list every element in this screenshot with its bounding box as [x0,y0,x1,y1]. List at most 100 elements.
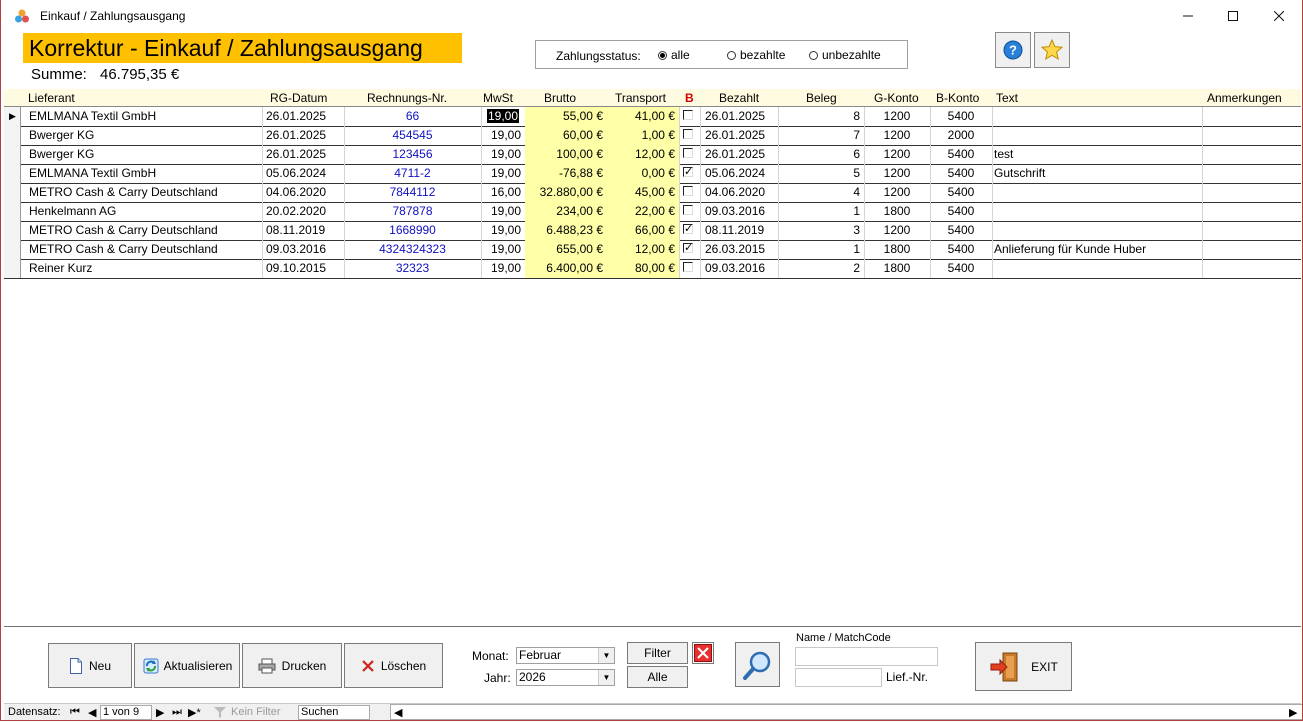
monat-select[interactable]: Februar ▼ [516,647,615,664]
cell-beleg[interactable]: 1 [778,202,864,221]
col-g-konto[interactable]: G-Konto [874,91,919,105]
cell-mwst[interactable]: 19,00 [481,145,525,164]
filter-button[interactable]: Filter [627,642,688,664]
cell-lieferant[interactable]: Bwerger KG [24,126,274,145]
scroll-left-icon[interactable]: ◀ [394,706,402,719]
name-matchcode-field[interactable] [795,647,938,666]
cell-beleg[interactable]: 2 [778,259,864,278]
cell-text[interactable] [992,183,1202,202]
help-button[interactable]: ? [995,32,1031,68]
cell-transport[interactable]: 12,00 € [607,240,679,259]
cell-mwst[interactable]: 19,00 [481,259,525,278]
cell-gkonto[interactable]: 1800 [864,240,930,259]
b-checkbox[interactable]: ✓ [683,167,693,178]
cell-nr[interactable]: 454545 [344,126,481,145]
table-row[interactable]: Reiner Kurz 09.10.2015 32323 19,00 6.400,00 … [4,259,1301,279]
table-row[interactable]: Bwerger KG 26.01.2025 454545 19,00 60,00 €1,… [4,126,1301,146]
radio-alle[interactable]: alle [658,48,690,62]
cell-bezahlt[interactable]: 09.03.2016 [700,259,778,278]
cell-datum[interactable]: 04.06.2020 [262,183,344,202]
cell-brutto[interactable]: -76,88 € [525,164,607,183]
table-row[interactable]: METRO Cash & Carry Deutschland 04.06.2020… [4,183,1301,203]
cell-nr[interactable]: 4711-2 [344,164,481,183]
row-selector[interactable]: ▶ [4,107,21,126]
cell-bkonto[interactable]: 5400 [930,107,992,126]
cell-datum[interactable]: 26.01.2025 [262,145,344,164]
cell-bezahlt[interactable]: 26.03.2015 [700,240,778,259]
cell-nr[interactable]: 4324324323 [344,240,481,259]
cell-beleg[interactable]: 4 [778,183,864,202]
cell-mwst[interactable]: 19,00 [481,240,525,259]
col-bezahlt[interactable]: Bezahlt [719,91,759,105]
chevron-down-icon[interactable]: ▼ [598,648,614,663]
cell-bezahlt[interactable]: 09.03.2016 [700,202,778,221]
cell-mwst[interactable]: 19,00 [481,202,525,221]
aktualisieren-button[interactable]: Aktualisieren [134,643,240,688]
cell-bezahlt[interactable]: 26.01.2025 [700,107,778,126]
first-record-button[interactable]: ⏮ [70,706,80,719]
cell-text[interactable]: Anlieferung für Kunde Huber [992,240,1202,259]
maximize-button[interactable] [1210,0,1256,32]
last-record-button[interactable]: ⏭ [172,706,182,719]
cell-datum[interactable]: 05.06.2024 [262,164,344,183]
cell-anm[interactable] [1202,240,1301,259]
cell-bezahlt[interactable]: 08.11.2019 [700,221,778,240]
prev-record-button[interactable]: ◀ [88,706,96,719]
cell-bkonto[interactable]: 5400 [930,183,992,202]
cell-nr[interactable]: 787878 [344,202,481,221]
cell-lieferant[interactable]: EMLMANA Textil GmbH [24,164,274,183]
row-selector[interactable] [4,183,21,202]
cell-text[interactable]: Gutschrift [992,164,1202,183]
cell-brutto[interactable]: 655,00 € [525,240,607,259]
cell-bkonto[interactable]: 5400 [930,221,992,240]
cell-brutto[interactable]: 6.488,23 € [525,221,607,240]
cell-anm[interactable] [1202,221,1301,240]
neu-button[interactable]: Neu [48,643,132,688]
cell-gkonto[interactable]: 1800 [864,259,930,278]
cell-text[interactable] [992,202,1202,221]
cell-nr[interactable]: 123456 [344,145,481,164]
close-window-button[interactable] [1256,0,1302,32]
cell-anm[interactable] [1202,126,1301,145]
cell-anm[interactable] [1202,259,1301,278]
col-b-konto[interactable]: B-Konto [936,91,979,105]
lief-nr-field[interactable] [795,668,882,687]
cell-bkonto[interactable]: 5400 [930,240,992,259]
cell-datum[interactable]: 26.01.2025 [262,126,344,145]
cell-transport[interactable]: 45,00 € [607,183,679,202]
col-rechnungs-nr[interactable]: Rechnungs-Nr. [367,91,447,105]
cell-beleg[interactable]: 1 [778,240,864,259]
cell-datum[interactable]: 26.01.2025 [262,107,344,126]
table-row[interactable]: METRO Cash & Carry Deutschland 09.03.2016… [4,240,1301,260]
cell-lieferant[interactable]: Bwerger KG [24,145,274,164]
col-lieferant[interactable]: Lieferant [28,91,75,105]
cell-gkonto[interactable]: 1200 [864,145,930,164]
b-checkbox[interactable] [683,205,693,215]
cell-transport[interactable]: 80,00 € [607,259,679,278]
table-row[interactable]: ▶ EMLMANA Textil GmbH 26.01.2025 66 19,00 55,… [4,107,1301,127]
scroll-right-icon[interactable]: ▶ [1289,706,1297,719]
cell-nr[interactable]: 32323 [344,259,481,278]
col-text[interactable]: Text [996,91,1018,105]
cell-lieferant[interactable]: Henkelmann AG [24,202,274,221]
cell-brutto[interactable]: 6.400,00 € [525,259,607,278]
nav-search-field[interactable]: Suchen [298,705,370,720]
horizontal-scrollbar[interactable] [390,704,1303,720]
cell-gkonto[interactable]: 1800 [864,202,930,221]
cell-beleg[interactable]: 3 [778,221,864,240]
row-selector[interactable] [4,202,21,221]
cell-lieferant[interactable]: Reiner Kurz [24,259,274,278]
cell-transport[interactable]: 41,00 € [607,107,679,126]
cell-mwst[interactable]: 19,00 [481,164,525,183]
cell-gkonto[interactable]: 1200 [864,164,930,183]
cell-anm[interactable] [1202,145,1301,164]
cell-anm[interactable] [1202,107,1301,126]
chevron-down-icon[interactable]: ▼ [598,670,614,685]
cell-anm[interactable] [1202,183,1301,202]
cell-bkonto[interactable]: 5400 [930,145,992,164]
cell-mwst[interactable]: 16,00 [481,183,525,202]
cell-lieferant[interactable]: METRO Cash & Carry Deutschland [24,221,274,240]
col-transport[interactable]: Transport [615,91,666,105]
cell-nr[interactable]: 7844112 [344,183,481,202]
cell-datum[interactable]: 08.11.2019 [262,221,344,240]
